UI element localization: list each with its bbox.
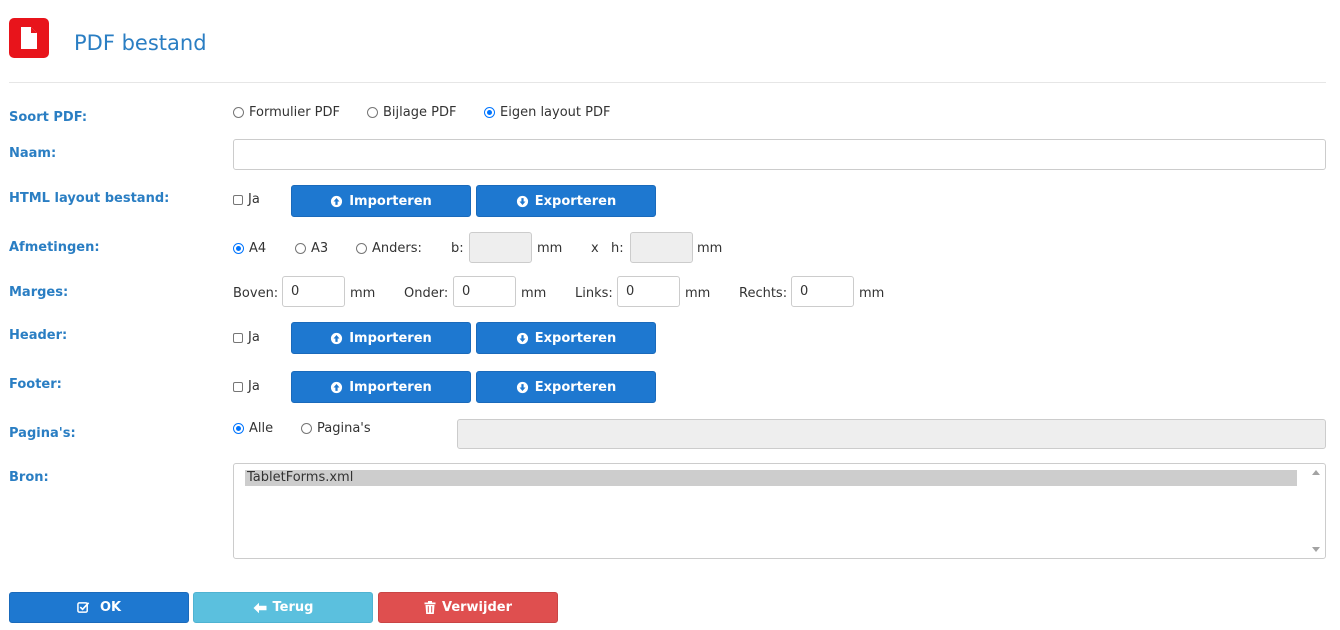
breedte-unit: mm [537,241,563,256]
download-circle-icon [516,332,529,345]
soort-option-eigen-layout[interactable]: Eigen layout PDF [484,105,610,120]
afmeting-radio-a4[interactable] [233,243,244,254]
links-input[interactable]: 0 [617,276,680,307]
afmeting-radio-a3[interactable] [295,243,306,254]
verwijder-button[interactable]: Verwijder [378,592,558,623]
afmeting-option-label: A4 [249,241,267,256]
header-label: Header: [9,328,68,343]
paginas-input[interactable] [457,419,1326,449]
import-label: Importeren [349,379,432,395]
hoogte-label: h: [611,241,624,256]
bron-label: Bron: [9,470,49,485]
naam-label: Naam: [9,146,57,161]
paginas-label: Pagina's: [9,426,76,441]
afmeting-option-label: A3 [311,241,329,256]
links-unit: mm [685,286,711,301]
verwijder-label: Verwijder [441,600,513,615]
export-label: Exporteren [534,330,617,346]
soort-radio-formulier[interactable] [233,107,244,118]
afmeting-radio-anders[interactable] [356,243,367,254]
export-label: Exporteren [534,379,617,395]
import-label: Importeren [349,193,432,209]
soort-option-bijlage[interactable]: Bijlage PDF [367,105,456,120]
download-circle-icon [516,381,529,394]
ok-label: OK [99,600,122,615]
scroll-down-arrow-icon[interactable] [1312,547,1320,552]
afmeting-option-label: Anders: [372,241,422,256]
check-square-icon [77,601,90,614]
paginas-radio-paginas[interactable] [301,423,312,434]
upload-circle-icon [330,381,343,394]
ja-label: Ja [248,379,260,394]
afmeting-option-a3[interactable]: A3 [295,241,328,256]
header-export-button[interactable]: Exporteren [476,322,656,354]
pdf-file-icon [9,18,49,58]
boven-label: Boven: [233,286,279,301]
footer-check[interactable] [233,381,243,392]
ja-label: Ja [248,330,260,345]
onder-label: Onder: [404,286,449,301]
rechts-unit: mm [859,286,885,301]
footer-export-button[interactable]: Exporteren [476,371,656,403]
hoogte-unit: mm [697,241,723,256]
terug-button[interactable]: Terug [193,592,373,623]
paginas-option-alle[interactable]: Alle [233,421,273,436]
bron-listbox[interactable]: TabletForms.xml [233,463,1326,559]
header-divider [9,82,1326,83]
onder-input[interactable]: 0 [453,276,516,307]
soort-pdf-label: Soort PDF: [9,110,88,125]
paginas-option-label: Pagina's [317,421,371,436]
html-layout-label: HTML layout bestand: [9,191,170,206]
breedte-label: b: [451,241,464,256]
footer-ja-checkbox[interactable]: Ja [233,379,260,394]
html-layout-export-button[interactable]: Exporteren [476,185,656,217]
import-label: Importeren [349,330,432,346]
terug-label: Terug [272,600,314,615]
afmetingen-label: Afmetingen: [9,240,100,255]
afmeting-option-a4[interactable]: A4 [233,241,266,256]
header-check[interactable] [233,332,243,343]
soort-option-label: Eigen layout PDF [500,105,611,120]
ok-button[interactable]: OK [9,592,189,623]
html-layout-check[interactable] [233,194,243,205]
scroll-up-arrow-icon[interactable] [1312,470,1320,475]
paginas-radio-alle[interactable] [233,423,244,434]
afmeting-option-anders[interactable]: Anders: [356,241,422,256]
list-item[interactable]: TabletForms.xml [245,470,1297,486]
boven-unit: mm [350,286,376,301]
footer-import-button[interactable]: Importeren [291,371,471,403]
paginas-option-paginas[interactable]: Pagina's [301,421,371,436]
upload-circle-icon [330,195,343,208]
export-label: Exporteren [534,193,617,209]
marges-label: Marges: [9,285,69,300]
download-circle-icon [516,195,529,208]
links-label: Links: [575,286,613,301]
soort-option-label: Bijlage PDF [383,105,457,120]
rechts-label: Rechts: [739,286,788,301]
boven-input[interactable]: 0 [282,276,345,307]
naam-input[interactable] [233,139,1326,170]
arrow-left-icon [253,602,267,614]
breedte-input[interactable] [469,232,532,263]
soort-option-formulier[interactable]: Formulier PDF [233,105,340,120]
trash-icon [424,601,436,614]
footer-label: Footer: [9,377,62,392]
upload-circle-icon [330,332,343,345]
rechts-input[interactable]: 0 [791,276,854,307]
ja-label: Ja [248,192,260,207]
hoogte-input[interactable] [630,232,693,263]
onder-unit: mm [521,286,547,301]
soort-option-label: Formulier PDF [249,105,341,120]
page-title: PDF bestand [74,31,207,55]
times-label: x [591,241,599,256]
soort-radio-eigen-layout[interactable] [484,107,495,118]
header-import-button[interactable]: Importeren [291,322,471,354]
paginas-option-label: Alle [249,421,274,436]
html-layout-ja-checkbox[interactable]: Ja [233,192,260,207]
html-layout-import-button[interactable]: Importeren [291,185,471,217]
soort-radio-bijlage[interactable] [367,107,378,118]
header-ja-checkbox[interactable]: Ja [233,330,260,345]
